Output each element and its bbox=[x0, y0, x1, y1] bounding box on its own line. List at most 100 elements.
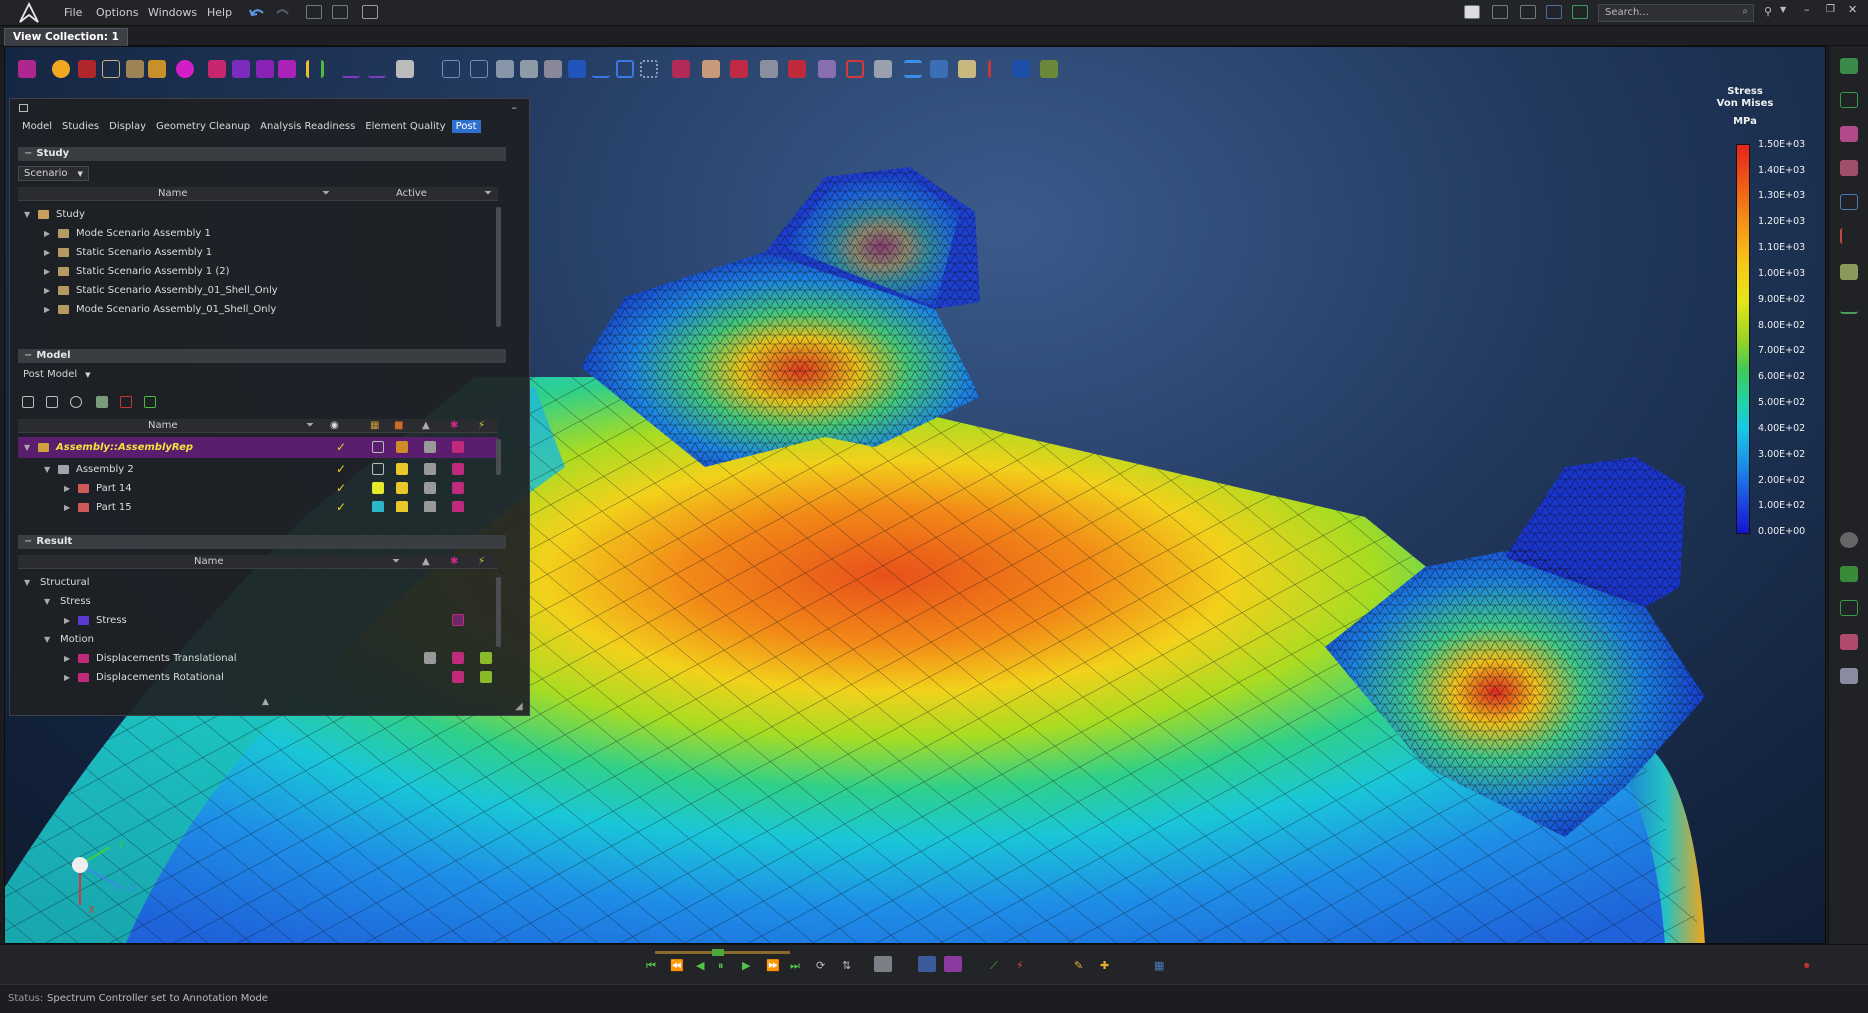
point-icon[interactable] bbox=[442, 60, 460, 78]
tree-row-stress-group[interactable]: ▼ Stress bbox=[18, 592, 498, 611]
graph-icon[interactable] bbox=[1840, 298, 1858, 314]
expand-icon[interactable]: ▼ bbox=[24, 205, 30, 224]
study-scrollbar[interactable] bbox=[496, 207, 501, 327]
result-section-header[interactable]: − Result bbox=[18, 535, 506, 549]
box-orange-icon[interactable] bbox=[148, 60, 166, 78]
display-icon[interactable] bbox=[424, 441, 436, 453]
bolt-icon[interactable] bbox=[874, 60, 892, 78]
menu-options[interactable]: Options bbox=[96, 6, 138, 19]
view-cube-icon[interactable] bbox=[1840, 58, 1858, 74]
window-layout-icon[interactable] bbox=[1464, 5, 1480, 19]
panel-minimize-icon[interactable]: – bbox=[512, 101, 518, 114]
spring-icon[interactable] bbox=[818, 60, 836, 78]
filter-icon[interactable]: ⏷ bbox=[484, 188, 492, 199]
mesh-icon[interactable] bbox=[452, 482, 464, 494]
box-select-icon[interactable] bbox=[616, 60, 634, 78]
tab-display[interactable]: Display bbox=[105, 120, 150, 133]
curve-icon[interactable] bbox=[470, 60, 488, 78]
mesh-icon[interactable] bbox=[452, 463, 464, 475]
tree-row-scenario[interactable]: ▶ Static Scenario Assembly 1 bbox=[18, 243, 498, 262]
contact-icon[interactable] bbox=[730, 60, 748, 78]
play-reverse-icon[interactable]: ◀ bbox=[696, 959, 704, 972]
expand-icon[interactable]: ▼ bbox=[44, 630, 50, 649]
panel-corner-grip-icon[interactable]: ◢ bbox=[515, 701, 523, 712]
visible-check-icon[interactable]: ✓ bbox=[336, 498, 346, 512]
column-active[interactable]: Active bbox=[396, 188, 427, 199]
layer-icon[interactable] bbox=[1840, 566, 1858, 582]
tab-model[interactable]: Model bbox=[18, 120, 56, 133]
filter-icon[interactable]: ⏷ bbox=[392, 556, 400, 567]
redo-icon[interactable] bbox=[274, 5, 292, 21]
first-frame-icon[interactable]: ⏮ bbox=[646, 959, 656, 973]
box-wire-icon[interactable] bbox=[102, 60, 120, 78]
color-swatch-icon[interactable] bbox=[372, 501, 384, 512]
last-frame-icon[interactable]: ⏭ bbox=[790, 959, 800, 973]
bounce-icon[interactable]: ⇅ bbox=[842, 959, 851, 972]
model-section-header[interactable]: − Model bbox=[18, 349, 506, 363]
expand-icon[interactable]: ▶ bbox=[64, 498, 70, 512]
hide-icon[interactable] bbox=[120, 396, 132, 408]
volume-icon[interactable] bbox=[520, 60, 538, 78]
expand-icon[interactable]: ▶ bbox=[44, 262, 50, 281]
active-result-icon[interactable] bbox=[452, 614, 464, 626]
study-section-header[interactable]: − Study bbox=[18, 147, 506, 161]
tree-row-motion[interactable]: ▼ Motion bbox=[18, 630, 498, 649]
plot-icon[interactable]: ⟋ bbox=[990, 959, 998, 973]
network-icon[interactable] bbox=[1546, 5, 1562, 19]
lasso-icon[interactable] bbox=[640, 60, 658, 78]
weld-icon[interactable] bbox=[958, 60, 976, 78]
mesh-box-icon[interactable] bbox=[208, 60, 226, 78]
load-icon[interactable] bbox=[672, 60, 690, 78]
expand-icon[interactable]: ▶ bbox=[44, 281, 50, 300]
mesh-icon[interactable] bbox=[452, 441, 464, 453]
clip-plane-icon[interactable] bbox=[1840, 160, 1858, 176]
step-back-icon[interactable]: ⏪ bbox=[670, 959, 684, 972]
color-swatch-icon[interactable] bbox=[372, 463, 384, 475]
search-icon[interactable]: ⌕ bbox=[1742, 6, 1748, 17]
tree-row-scenario[interactable]: ▶ Mode Scenario Assembly 1 bbox=[18, 224, 498, 243]
menu-help[interactable]: Help bbox=[207, 6, 232, 19]
contour-settings-icon[interactable] bbox=[944, 956, 962, 972]
display-icon[interactable] bbox=[424, 652, 436, 664]
save-as-icon[interactable] bbox=[332, 5, 348, 19]
color-swatch-icon[interactable] bbox=[372, 441, 384, 453]
constraint-icon[interactable] bbox=[702, 60, 720, 78]
minimize-icon[interactable]: – bbox=[1804, 3, 1810, 16]
hide-show-icon[interactable] bbox=[1840, 634, 1858, 650]
timeline-handle[interactable] bbox=[712, 949, 724, 956]
beam-section-icon[interactable] bbox=[904, 60, 922, 78]
scenario-dropdown[interactable]: Scenario ▼ bbox=[18, 166, 89, 181]
material-icon[interactable] bbox=[396, 441, 408, 453]
tree-row-displacements-translational[interactable]: ▶ Displacements Translational bbox=[18, 649, 498, 668]
tree-row-part-15[interactable]: ▶ Part 15 ✓ bbox=[18, 498, 498, 512]
mass-icon[interactable] bbox=[846, 60, 864, 78]
mesh-bars-icon[interactable] bbox=[306, 60, 324, 78]
tab-geometry-cleanup[interactable]: Geometry Cleanup bbox=[152, 120, 254, 133]
mesh-hex-icon[interactable] bbox=[256, 60, 274, 78]
collapse-all-icon[interactable] bbox=[46, 396, 58, 408]
tree-row-stress-result[interactable]: ▶ Stress bbox=[18, 611, 498, 630]
expand-icon[interactable]: ▶ bbox=[44, 224, 50, 243]
tree-row-study[interactable]: ▼ Study bbox=[18, 205, 498, 224]
print-icon[interactable] bbox=[362, 5, 378, 19]
geometry-sphere-icon[interactable] bbox=[18, 60, 36, 78]
view-iso-icon[interactable] bbox=[1840, 92, 1858, 108]
post-model-dropdown[interactable]: Post Model ▼ bbox=[18, 368, 96, 383]
stack-icon[interactable] bbox=[1840, 600, 1858, 616]
step-forward-icon[interactable]: ⏩ bbox=[766, 959, 780, 972]
tree-icon[interactable] bbox=[1572, 5, 1588, 19]
visibility-eye-icon[interactable]: ◉ bbox=[330, 420, 339, 431]
tree-row-scenario[interactable]: ▶ Static Scenario Assembly 1 (2) bbox=[18, 262, 498, 281]
visible-check-icon[interactable]: ✓ bbox=[336, 460, 346, 479]
surface-icon[interactable] bbox=[496, 60, 514, 78]
material-icon[interactable] bbox=[396, 463, 408, 475]
tab-element-quality[interactable]: Element Quality bbox=[361, 120, 449, 133]
display-icon[interactable] bbox=[424, 501, 436, 512]
transform-icon[interactable] bbox=[544, 60, 562, 78]
mesh-icon[interactable] bbox=[452, 501, 464, 512]
mesh-sphere-icon[interactable] bbox=[176, 60, 194, 78]
results-icon[interactable] bbox=[480, 671, 492, 683]
result-type-icon[interactable] bbox=[918, 956, 936, 972]
connector-icon[interactable] bbox=[760, 60, 778, 78]
panel-dock-icon[interactable] bbox=[19, 104, 28, 112]
